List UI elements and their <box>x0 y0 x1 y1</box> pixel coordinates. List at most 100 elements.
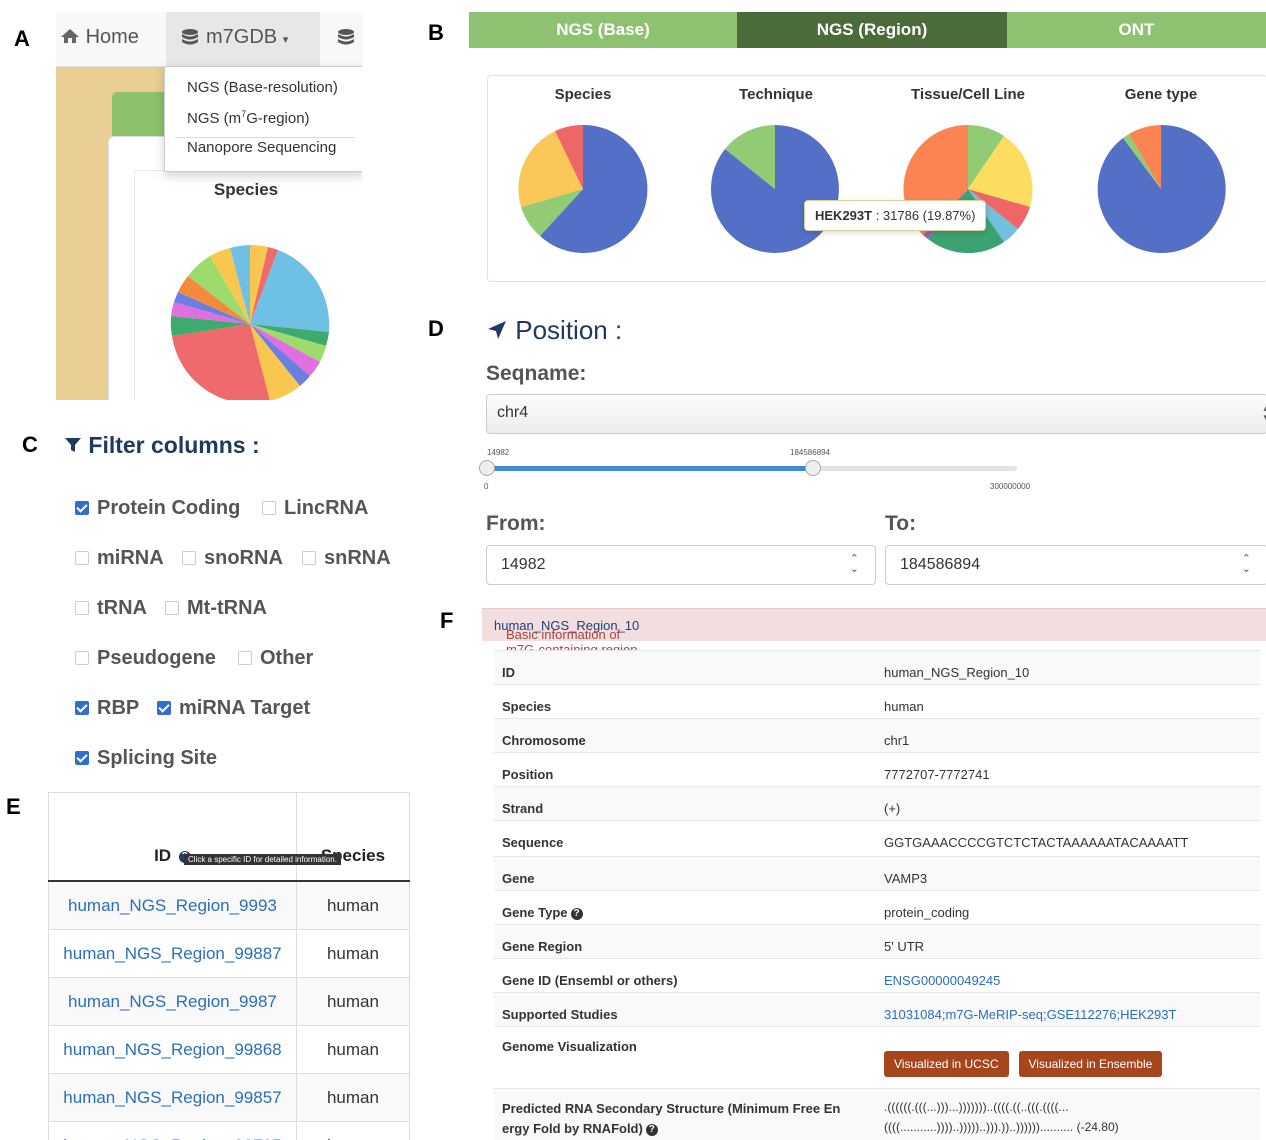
to-spinner-icon[interactable]: ⌃ ⌄ <box>1242 554 1251 575</box>
table-row: human_NGS_Region_99795human <box>48 1121 410 1140</box>
region-id-link[interactable]: human_NGS_Region_99887 <box>48 929 297 978</box>
database-icon-2[interactable] <box>336 28 356 48</box>
detail-row: Chromosome chr1 <box>494 718 1260 753</box>
dropdown-item-nanopore[interactable]: Nanopore Sequencing <box>187 139 336 156</box>
table-row: human_NGS_Region_9987 human <box>48 977 410 1026</box>
seqname-label: Seqname: <box>486 362 587 385</box>
detail-value: chr1 <box>884 733 910 748</box>
detail-key-text: Supported Studies <box>502 1007 618 1022</box>
tab-ngs-region[interactable]: NGS (Region) <box>737 12 1007 48</box>
filter-checkbox-snrna[interactable]: snRNA <box>302 547 391 570</box>
checkbox-unchecked-icon[interactable] <box>182 550 196 565</box>
region-id-link[interactable]: human_NGS_Region_9987 <box>48 977 297 1026</box>
dropdown-item-ngs-base[interactable]: NGS (Base-resolution) <box>187 79 338 96</box>
slider-handle-to[interactable] <box>804 460 821 476</box>
from-input[interactable]: 14982 ⌃ ⌄ <box>486 545 876 585</box>
seqname-select[interactable]: chr4 ▴▾ <box>486 394 1266 434</box>
caret-down-icon: ▾ <box>282 34 289 46</box>
help-circle-icon[interactable]: ? <box>645 1123 658 1136</box>
slider-from-label: 14982 <box>487 448 510 457</box>
detail-row: Species human <box>494 684 1260 719</box>
filter-checkbox-protein-coding[interactable]: Protein Coding <box>75 497 240 520</box>
checkbox-unchecked-icon[interactable] <box>238 650 252 665</box>
filter-columns-title: Filter columns : <box>64 432 260 459</box>
home-icon <box>61 29 79 43</box>
help-circle-icon[interactable]: ? <box>570 907 583 920</box>
range-slider-fill <box>487 466 813 471</box>
seqname-value: chr4 <box>497 404 529 421</box>
checkbox-unchecked-icon[interactable] <box>75 650 89 665</box>
dd-region-part2: G-region) <box>246 110 310 127</box>
filter-checkbox-lincrna[interactable]: LincRNA <box>262 497 368 520</box>
detail-header: Basic information of m7G-containing regi… <box>482 608 1266 672</box>
filter-option-label: RBP <box>97 697 140 719</box>
detail-value: protein_coding <box>884 905 970 920</box>
checkbox-unchecked-icon[interactable] <box>262 500 276 515</box>
panel-label-f: F <box>440 608 454 633</box>
detail-key-text: Gene ID (Ensembl or others) <box>502 973 678 988</box>
technique-pie[interactable] <box>710 124 840 254</box>
filter-checkbox-mt-trna[interactable]: Mt-tRNA <box>165 597 267 620</box>
detail-key: Chromosome <box>502 733 586 748</box>
tissue-pie[interactable] <box>903 124 1033 254</box>
from-spinner-icon[interactable]: ⌃ ⌄ <box>850 554 859 575</box>
region-id-link[interactable]: human_NGS_Region_99795 <box>48 1121 297 1140</box>
species-pie[interactable] <box>518 124 648 254</box>
checkbox-unchecked-icon[interactable] <box>75 600 89 615</box>
database-icon <box>182 29 198 45</box>
filter-checkbox-mirna[interactable]: miRNA <box>75 547 164 570</box>
filter-option-label: miRNA Target <box>179 697 311 719</box>
range-slider-track[interactable] <box>479 460 1017 476</box>
filter-checkbox-snorna[interactable]: snoRNA <box>182 547 283 570</box>
detail-key: Strand <box>502 801 543 816</box>
region-id-link[interactable]: human_NGS_Region_99868 <box>48 1025 297 1074</box>
species-chart-title: Species <box>213 180 279 199</box>
detail-row: Strand (+) <box>494 786 1260 821</box>
checkbox-checked-icon[interactable] <box>75 750 89 765</box>
filter-checkbox-other[interactable]: Other <box>238 647 313 670</box>
checkbox-unchecked-icon[interactable] <box>165 600 179 615</box>
detail-key-text: Gene Type <box>502 905 568 920</box>
visualize-ensemble-button[interactable]: Visualized in Ensemble <box>1018 1051 1163 1077</box>
checkbox-checked-icon[interactable] <box>75 500 89 515</box>
column-header-species[interactable]: Species <box>295 792 410 882</box>
detail-row: Gene ID (Ensembl or others) ENSG000000492… <box>494 958 1260 993</box>
detail-value: human_NGS_Region_10 <box>884 665 1030 680</box>
dropdown-item-ngs-region[interactable]: NGS (m7G-region) <box>187 109 310 127</box>
detail-value-link[interactable]: 31031084;m7G-MeRIP-seq;GSE112276;HEK293T <box>884 1007 1176 1022</box>
structure-row: Predicted RNA Secondary Structure (Minim… <box>494 1088 1260 1140</box>
nav-m7gdb-dropdown[interactable]: m7GDB ▾ <box>166 12 320 66</box>
slider-handle-from[interactable] <box>479 460 496 476</box>
filter-checkbox-mirna-target[interactable]: miRNA Target <box>157 697 310 720</box>
to-input[interactable]: 184586894 ⌃ ⌄ <box>885 545 1266 585</box>
filter-checkbox-splicing-site[interactable]: Splicing Site <box>75 747 217 770</box>
checkbox-unchecked-icon[interactable] <box>75 550 89 565</box>
visualize-ucsc-button[interactable]: Visualized in UCSC <box>884 1051 1009 1077</box>
region-id-link[interactable]: human_NGS_Region_99857 <box>48 1073 297 1122</box>
column-header-id[interactable]: ID ? <box>48 792 297 882</box>
filter-option-label: Other <box>260 647 314 669</box>
checkbox-checked-icon[interactable] <box>157 700 171 715</box>
detail-key-text: ID <box>502 665 515 680</box>
gene-type-pie[interactable] <box>1096 124 1226 254</box>
table-row: human_NGS_Region_9993 human <box>48 880 410 930</box>
filter-option-label: Splicing Site <box>97 747 218 769</box>
visualization-buttons: Visualized in UCSC Visualized in Ensemble <box>884 1051 1172 1077</box>
checkbox-unchecked-icon[interactable] <box>302 550 316 565</box>
checkbox-checked-icon[interactable] <box>75 700 89 715</box>
region-id-table: ID ? Species human_NGS_Region_9993humanh… <box>48 792 410 1140</box>
region-id-link[interactable]: human_NGS_Region_9993 <box>48 880 297 930</box>
filter-checkbox-rbp[interactable]: RBP <box>75 697 139 720</box>
nav-home-link[interactable]: Home <box>60 26 139 49</box>
panel-label-d: D <box>428 316 444 341</box>
detail-key: Position <box>502 767 553 782</box>
tab-ont[interactable]: ONT <box>1007 12 1266 48</box>
detail-key-text: Chromosome <box>502 733 586 748</box>
tab-ngs-base[interactable]: NGS (Base) <box>469 12 737 48</box>
filter-checkbox-pseudogene[interactable]: Pseudogene <box>75 647 216 670</box>
region-detail-panel: Basic information of m7G-containing regi… <box>482 608 1266 1140</box>
detail-key: Species <box>502 699 551 714</box>
dd-region-part1: NGS (m <box>187 110 242 127</box>
filter-checkbox-trna[interactable]: tRNA <box>75 597 147 620</box>
detail-value-link[interactable]: ENSG00000049245 <box>884 973 1000 988</box>
